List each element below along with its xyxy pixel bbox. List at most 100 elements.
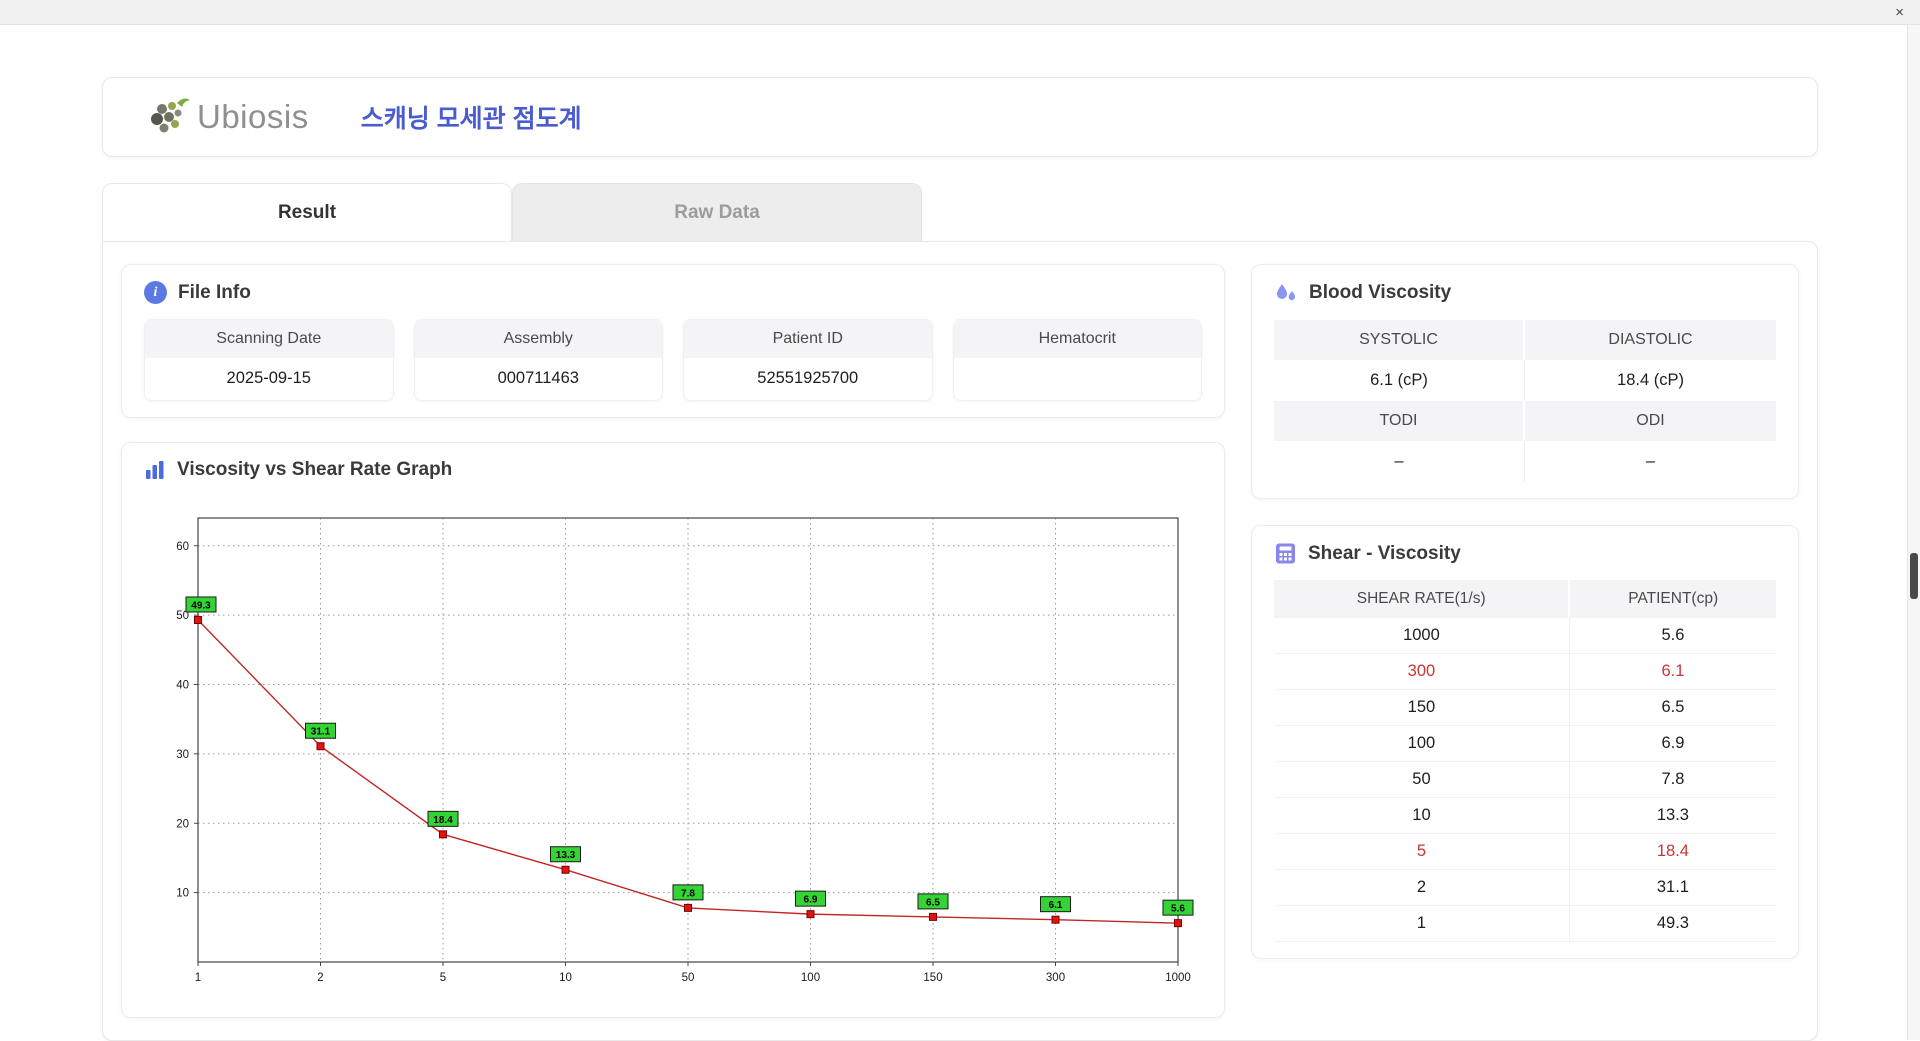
file-info-title: File Info [178,281,251,303]
svg-text:18.4: 18.4 [433,815,453,826]
shear-viscosity-card: Shear - Viscosity SHEAR RATE(1/s) PATIENT… [1251,525,1799,959]
header-card: Ubiosis 스캐닝 모세관 점도계 [102,77,1818,157]
patient-cp-cell: 31.1 [1569,869,1776,906]
droplets-icon [1274,281,1298,305]
info-icon: i [144,281,167,304]
shear-row-150: 150 6.5 [1274,689,1776,726]
shear-row-1: 1 49.3 [1274,905,1776,942]
svg-text:6.5: 6.5 [926,897,940,908]
svg-text:1000: 1000 [1165,972,1191,984]
bv-value-diastolic: 18.4 (cP) [1617,371,1684,389]
svg-text:10: 10 [559,972,572,984]
shear-row-300: 300 6.1 [1274,653,1776,690]
patient-cp-cell: 6.1 [1569,653,1776,690]
shear-rate-cell: 1000 [1274,618,1570,654]
svg-text:5.6: 5.6 [1171,904,1185,915]
chart-wrap: 10 20 30 40 50 60 1 2 5 10 50 100 150 300 1000 49.3 31.1… [144,496,1202,1001]
ubiosis-logo: Ubiosis [147,96,309,138]
tab-bar: Result Raw Data [102,183,1818,241]
svg-text:7.8: 7.8 [681,888,695,899]
logo-text: Ubiosis [197,98,309,135]
left-column: i File Info Scanning Date 2025-09-15 Assem… [121,264,1225,1018]
patient-cp-cell: 7.8 [1569,761,1776,798]
svg-text:10: 10 [176,888,189,900]
field-value: 000711463 [497,369,579,387]
shear-table-body: 1000 5.6 300 6.1 150 6.5 100 6.9 50 7.8 10 13.3 5 18.… [1274,618,1776,942]
svg-text:40: 40 [176,680,189,692]
field-value [954,358,1202,381]
viscosity-chart: 1020304050601 2 5 10 50 100 150 300 100049.331.1… [176,517,1194,984]
graph-header: Viscosity vs Shear Rate Graph [144,459,1202,481]
tab-result[interactable]: Result [102,183,512,241]
page-title: 스캐닝 모세관 점도계 [360,105,582,133]
shear-row-100: 100 6.9 [1274,725,1776,762]
right-column: Blood Viscosity SYSTOLIC DIASTOLIC 6.1 (cP… [1251,264,1799,1018]
field-label: Scanning Date [145,320,393,358]
shear-row-1000: 1000 5.6 [1274,618,1776,654]
blood-viscosity-header: Blood Viscosity [1274,281,1776,305]
shear-rate-cell: 50 [1274,761,1570,798]
blood-viscosity-card: Blood Viscosity SYSTOLIC DIASTOLIC 6.1 (cP… [1251,264,1799,499]
graph-title: Viscosity vs Shear Rate Graph [177,459,453,480]
shear-rate-cell: 1 [1274,905,1570,942]
bv-value-odi: – [1645,452,1656,470]
shear-row-5: 5 18.4 [1274,833,1776,870]
blood-viscosity-grid: SYSTOLIC DIASTOLIC 6.1 (cP) 18.4 (cP) TODI OD… [1274,320,1776,482]
field-label: Hematocrit [953,320,1201,358]
shear-col-patient-cp: PATIENT(cp) [1569,580,1776,618]
field-value: 2025-09-15 [226,369,311,387]
file-field-hematocrit: Hematocrit [952,319,1202,401]
bv-label-todi: TODI [1274,401,1525,441]
blood-viscosity-title: Blood Viscosity [1309,282,1452,303]
bv-value-todi: – [1274,441,1525,482]
bv-label-diastolic: DIASTOLIC [1525,320,1776,360]
patient-cp-cell: 49.3 [1569,905,1776,942]
file-info-card: i File Info Scanning Date 2025-09-15 Assem… [121,264,1225,418]
shear-rate-cell: 2 [1274,869,1570,906]
svg-text:150: 150 [923,972,942,984]
svg-text:2: 2 [317,972,323,984]
shear-rate-cell: 100 [1274,725,1570,762]
svg-text:31.1: 31.1 [311,727,331,738]
svg-text:300: 300 [1046,972,1065,984]
svg-text:30: 30 [176,749,189,761]
svg-text:1: 1 [195,972,201,984]
patient-cp-cell: 6.9 [1569,725,1776,762]
shear-viscosity-table: SHEAR RATE(1/s) PATIENT(cp) 1000 5.6 300 6.1… [1274,580,1776,942]
graph-card: Viscosity vs Shear Rate Graph 10 20 30 40 50… [121,442,1225,1018]
shear-table-head: SHEAR RATE(1/s) PATIENT(cp) [1274,580,1776,618]
svg-text:13.3: 13.3 [556,850,576,861]
shear-row-10: 10 13.3 [1274,797,1776,834]
close-icon[interactable]: × [1895,5,1904,20]
file-info-fields: Scanning Date 2025-09-15 Assembly 000711463… [144,319,1202,401]
patient-cp-cell: 5.6 [1569,618,1776,654]
tab-raw-data[interactable]: Raw Data [512,183,922,241]
file-field-scanning-date: Scanning Date 2025-09-15 [144,319,394,401]
shear-row-50: 50 7.8 [1274,761,1776,798]
shear-viscosity-header: Shear - Viscosity [1274,542,1776,565]
bar-chart-icon [144,459,166,481]
file-field-assembly: Assembly 000711463 [413,319,663,401]
vertical-scrollbar[interactable] [1907,25,1920,1040]
bv-value-systolic: 6.1 (cP) [1274,360,1525,401]
shear-row-2: 2 31.1 [1274,869,1776,906]
content-panel: i File Info Scanning Date 2025-09-15 Assem… [102,241,1818,1041]
field-value: 52551925700 [757,369,859,387]
bv-label-odi: ODI [1525,401,1776,441]
svg-text:20: 20 [176,818,189,830]
shear-rate-cell: 10 [1274,797,1570,834]
svg-text:60: 60 [176,541,189,553]
svg-text:6.9: 6.9 [804,895,818,906]
shear-viscosity-title: Shear - Viscosity [1308,542,1461,564]
field-label: Assembly [414,320,662,358]
shear-rate-cell: 300 [1274,653,1570,690]
calculator-icon [1274,542,1297,565]
main-page: Ubiosis 스캐닝 모세관 점도계 Result Raw Data i Fi… [102,25,1818,1041]
patient-cp-cell: 18.4 [1569,833,1776,870]
shear-rate-cell: 5 [1274,833,1570,870]
scrollbar-thumb[interactable] [1910,552,1918,599]
shear-rate-cell: 150 [1274,689,1570,726]
field-label: Patient ID [684,320,932,358]
svg-text:49.3: 49.3 [191,600,211,611]
patient-cp-cell: 13.3 [1569,797,1776,834]
